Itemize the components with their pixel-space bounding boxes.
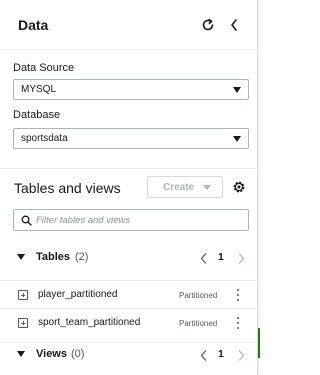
tables-group-header: Tables (2) 1 xyxy=(0,246,258,270)
chevron-right-icon[interactable] xyxy=(234,347,248,363)
table-name: sport_team_partitioned xyxy=(38,317,141,328)
more-actions-icon[interactable] xyxy=(234,288,242,302)
tables-group-label: Tables xyxy=(36,251,71,263)
workspace-edge xyxy=(258,0,260,375)
database-select[interactable]: sportsdata xyxy=(13,128,249,149)
more-actions-icon[interactable] xyxy=(234,316,242,330)
create-button-label: Create xyxy=(163,182,195,193)
panel-header: Data xyxy=(0,0,258,50)
caret-down-icon[interactable] xyxy=(17,254,25,260)
tables-and-views-title: Tables and views xyxy=(14,180,121,196)
data-source-select[interactable]: MYSQL xyxy=(13,79,249,100)
views-group-header: Views (0) 1 xyxy=(0,342,258,366)
views-group-count: (0) xyxy=(71,348,85,360)
chevron-right-icon[interactable] xyxy=(234,250,248,266)
section-divider xyxy=(0,168,258,169)
caret-down-icon[interactable] xyxy=(17,351,25,357)
data-source-value: MYSQL xyxy=(21,84,57,95)
gear-icon[interactable] xyxy=(230,178,248,196)
partitioned-badge: Partitioned xyxy=(179,319,218,328)
views-page-number: 1 xyxy=(218,348,224,360)
table-row[interactable]: sport_team_partitioned Partitioned xyxy=(0,308,258,336)
database-label: Database xyxy=(13,109,61,121)
chevron-left-icon[interactable] xyxy=(196,347,210,363)
expand-icon[interactable] xyxy=(18,318,28,328)
tables-group-count: (2) xyxy=(75,251,89,263)
filter-tables-input[interactable] xyxy=(36,213,241,228)
table-row[interactable]: player_partitioned Partitioned xyxy=(0,280,258,308)
caret-down-icon xyxy=(233,136,241,142)
caret-down-icon xyxy=(203,185,211,190)
refresh-icon[interactable] xyxy=(199,16,217,34)
search-icon xyxy=(21,215,32,226)
status-indicator xyxy=(258,328,260,358)
data-panel: Data Data Source MYSQL Database sportsda… xyxy=(0,0,258,375)
partitioned-badge: Partitioned xyxy=(179,291,218,300)
expand-icon[interactable] xyxy=(18,290,28,300)
data-source-label: Data Source xyxy=(13,62,75,74)
chevron-left-icon[interactable] xyxy=(196,250,210,266)
filter-tables-input-wrapper xyxy=(13,209,249,231)
views-group-label: Views xyxy=(36,348,67,360)
source-section: Data Source MYSQL Database sportsdata xyxy=(0,50,258,168)
create-button[interactable]: Create xyxy=(147,176,223,198)
caret-down-icon xyxy=(233,87,241,93)
chevron-left-icon[interactable] xyxy=(225,16,243,34)
table-name: player_partitioned xyxy=(38,289,118,300)
database-value: sportsdata xyxy=(21,133,68,144)
panel-title: Data xyxy=(18,17,49,33)
tables-page-number: 1 xyxy=(218,251,224,263)
